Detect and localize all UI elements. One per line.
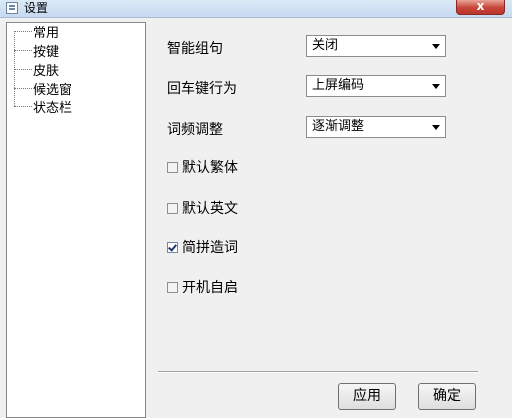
smart-compose-label: 智能组句 [167,41,223,57]
sidebar-item-candidate-window[interactable]: 候选窗 [14,81,73,98]
sidebar-item-common[interactable]: 常用 [14,24,60,41]
launch-at-startup-checkbox[interactable]: 开机自启 [167,279,238,296]
chevron-down-icon [432,84,440,89]
sidebar-item-label: 候选窗 [33,83,73,98]
sidebar-item-keys[interactable]: 按键 [14,43,60,60]
apply-button[interactable]: 应用 [338,383,396,410]
tree-branch [14,49,32,52]
divider [158,371,478,373]
settings-category-tree[interactable]: 常用 按键 皮肤 候选窗 状态栏 [6,22,146,418]
default-english-checkbox[interactable]: 默认英文 [167,200,238,217]
checkbox-label: 简拼造词 [182,240,238,256]
sidebar-item-label: 皮肤 [33,64,60,79]
title-bar[interactable]: 设置 x [0,0,512,18]
default-traditional-checkbox[interactable]: 默认繁体 [167,159,238,176]
tree-branch [14,87,32,90]
freq-adjust-select[interactable]: 逐渐调整 [306,116,446,138]
smart-compose-value: 关闭 [312,38,339,53]
enter-behavior-select[interactable]: 上屏编码 [306,75,446,97]
checkbox-label: 默认繁体 [182,160,238,176]
quick-word-creation-checkbox[interactable]: 简拼造词 [167,239,238,256]
settings-window: 设置 x 常用 按键 皮肤 候选窗 状态栏 智能组句 关闭 回车键行为 上屏编码… [0,0,512,418]
chevron-down-icon [432,44,440,49]
chevron-down-icon [432,125,440,130]
freq-adjust-value: 逐渐调整 [312,119,365,134]
sidebar-item-label: 常用 [33,26,60,41]
enter-behavior-label: 回车键行为 [167,81,237,97]
freq-adjust-label: 词频调整 [167,122,223,138]
checkbox-box[interactable] [167,161,178,173]
checkbox-box-checked[interactable] [167,241,178,253]
tree-branch [14,30,32,33]
sidebar-item-label: 按键 [33,45,60,60]
checkbox-box[interactable] [167,281,178,293]
sidebar-item-label: 状态栏 [33,101,73,116]
ok-button[interactable]: 确定 [418,383,476,410]
tree-branch [14,68,32,71]
checkbox-box[interactable] [167,202,178,214]
window-title: 设置 [24,1,49,15]
close-icon: x [476,0,485,13]
checkbox-label: 开机自启 [182,280,238,296]
sidebar-item-status-bar[interactable]: 状态栏 [14,99,73,116]
app-icon [6,2,18,14]
checkbox-label: 默认英文 [182,201,238,217]
close-button[interactable]: x [456,0,505,15]
smart-compose-select[interactable]: 关闭 [306,35,446,57]
enter-behavior-value: 上屏编码 [312,78,365,93]
tree-branch [14,105,32,108]
settings-panel: 智能组句 关闭 回车键行为 上屏编码 词频调整 逐渐调整 默认繁体 默认英文 简… [148,22,512,418]
sidebar-item-skin[interactable]: 皮肤 [14,62,60,79]
